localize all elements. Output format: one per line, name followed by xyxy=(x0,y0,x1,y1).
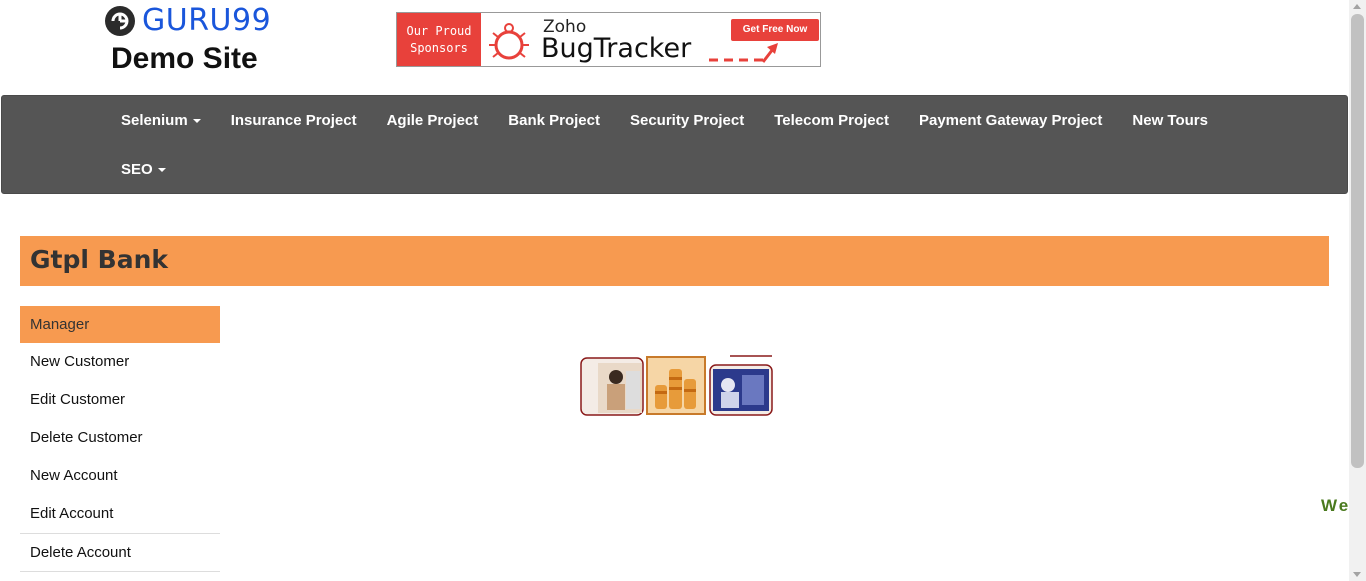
scroll-down-arrow-icon[interactable] xyxy=(1353,572,1361,577)
nav-item-new-tours[interactable]: New Tours xyxy=(1117,96,1223,146)
banner-sponsor-label: Our Proud Sponsors xyxy=(397,13,481,66)
nav-item-selenium[interactable]: Selenium xyxy=(106,96,216,146)
banner-brand-large: BugTracker xyxy=(541,33,692,64)
page-title: Gtpl Bank xyxy=(30,245,168,274)
bank-banner-image xyxy=(580,355,773,416)
arrow-icon xyxy=(709,43,778,63)
nav-item-selenium-label: Selenium xyxy=(121,112,188,129)
menu-item-edit-account[interactable]: Edit Account xyxy=(20,495,220,533)
nav-item-telecom-project[interactable]: Telecom Project xyxy=(759,96,904,146)
get-free-now-button[interactable]: Get Free Now xyxy=(731,19,819,41)
caret-down-icon xyxy=(157,168,166,173)
nav-item-agile-project[interactable]: Agile Project xyxy=(372,96,494,146)
menu-item-delete-account[interactable]: Delete Account xyxy=(20,533,220,571)
caret-down-icon xyxy=(192,119,201,124)
demo-site-title: Demo Site xyxy=(111,42,258,75)
nav-item-payment-gateway-project[interactable]: Payment Gateway Project xyxy=(904,96,1117,146)
nav-item-insurance-project[interactable]: Insurance Project xyxy=(216,96,372,146)
nav-item-seo[interactable]: SEO xyxy=(106,145,181,195)
sponsor-banner[interactable]: Our Proud Sponsors Zoho BugTracker Get F… xyxy=(396,12,821,67)
nav-item-security-project[interactable]: Security Project xyxy=(615,96,759,146)
banner-sponsor-line2: Sponsors xyxy=(410,41,468,55)
menu-item-edit-customer[interactable]: Edit Customer xyxy=(20,381,220,419)
page-scrollbar[interactable] xyxy=(1349,0,1366,581)
nav-item-seo-label: SEO xyxy=(121,161,153,178)
nav-item-bank-project[interactable]: Bank Project xyxy=(493,96,615,146)
scrollbar-thumb[interactable] xyxy=(1351,14,1364,468)
manager-menu: Manager New Customer Edit Customer Delet… xyxy=(20,306,220,572)
menu-item-new-customer[interactable]: New Customer xyxy=(20,343,220,381)
menu-item-new-account[interactable]: New Account xyxy=(20,457,220,495)
menu-item-manager[interactable]: Manager xyxy=(20,306,220,343)
guru99-logo-icon xyxy=(105,6,135,36)
logo[interactable]: GURU99 xyxy=(104,4,324,38)
bug-icon xyxy=(489,23,529,60)
scroll-up-arrow-icon[interactable] xyxy=(1353,4,1361,9)
logo-brand-text: GURU99 xyxy=(142,3,272,38)
welcome-marquee: We xyxy=(1321,496,1351,515)
main-navbar: Selenium Insurance Project Agile Project… xyxy=(1,95,1348,194)
bank-header: Gtpl Bank xyxy=(20,236,1329,286)
menu-item-delete-customer[interactable]: Delete Customer xyxy=(20,419,220,457)
banner-sponsor-line1: Our Proud xyxy=(406,24,472,38)
